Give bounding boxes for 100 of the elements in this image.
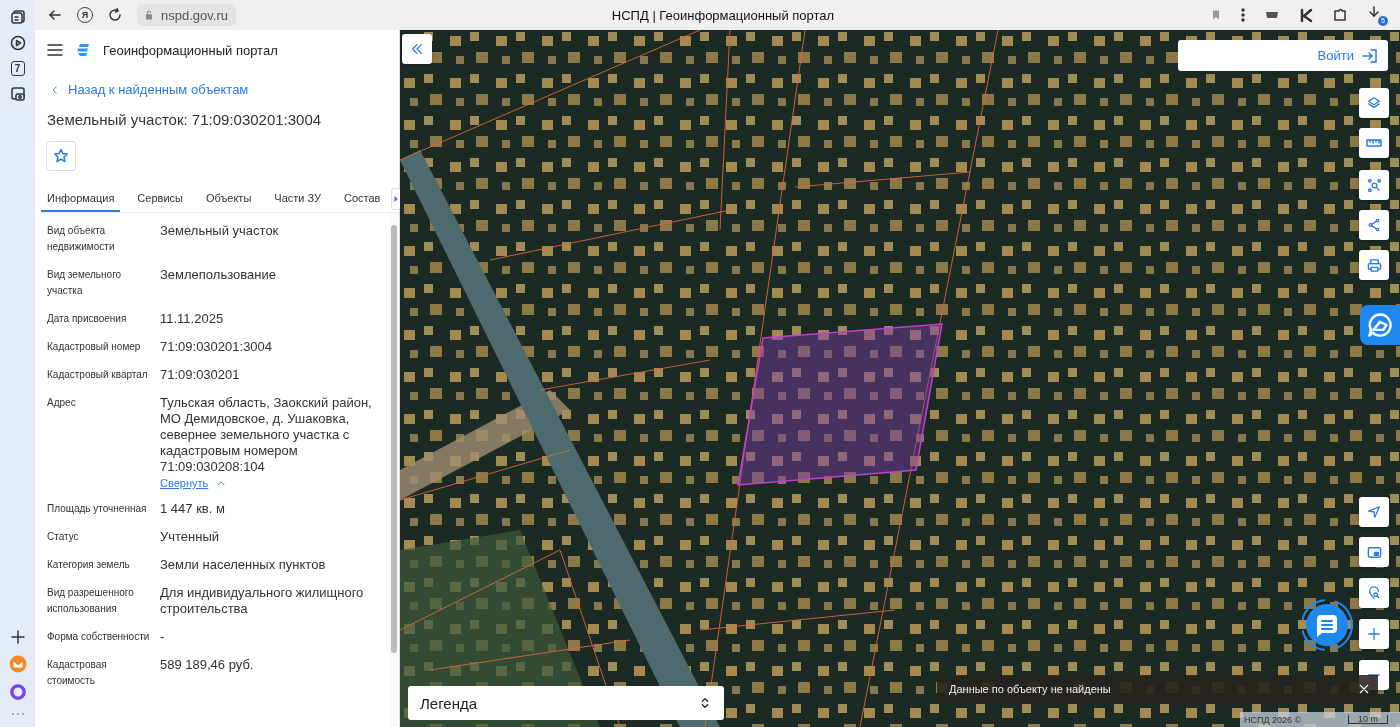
object-heading: Земельный участок: 71:09:030201:3004 (47, 111, 323, 128)
legend-dropdown[interactable]: Легенда (408, 686, 724, 720)
property-label: Кадастровый номер (47, 340, 142, 354)
picture-in-picture-icon (1366, 544, 1382, 560)
selected-parcel[interactable] (737, 323, 943, 486)
k-logo-icon (1298, 7, 1314, 23)
favorite-button[interactable] (46, 141, 76, 171)
tabs-button[interactable] (9, 9, 26, 25)
lock-icon (143, 9, 155, 21)
chat-button[interactable] (1300, 598, 1354, 652)
menu-button[interactable] (1240, 8, 1246, 22)
menu-button[interactable] (47, 42, 63, 58)
login-button[interactable]: Войти (1178, 40, 1388, 71)
property-label: Форма собственности (47, 630, 151, 644)
property-value: 589 189,46 руб. (160, 657, 255, 674)
hamburger-icon (47, 42, 63, 58)
tab[interactable]: Состав (338, 185, 387, 212)
envelope-icon (8, 655, 27, 673)
back-link[interactable]: Назад к найденным объектам (50, 82, 249, 97)
mail-button[interactable] (8, 655, 27, 673)
locate-button[interactable] (1359, 497, 1389, 527)
login-icon (1362, 47, 1378, 64)
reload-button[interactable] (107, 7, 123, 23)
calendar-button[interactable]: 7 (10, 61, 25, 76)
property-label: Вид разрешенного использования (47, 586, 135, 616)
extensions-button[interactable] (1332, 7, 1348, 23)
property-label: Статус (47, 530, 80, 544)
property-label: Адрес (47, 396, 77, 410)
property-value: 71:09:030201 (160, 367, 241, 383)
reload-icon (107, 7, 123, 23)
chevron-up-icon (216, 478, 227, 488)
portal-logo-icon (75, 42, 91, 58)
property-label: Дата присвоения (47, 312, 128, 326)
back-button[interactable] (47, 7, 63, 23)
property-value: 71:09:030201:3004 (160, 339, 274, 355)
plus-icon (9, 629, 26, 645)
property-label: Категория земель (47, 558, 131, 572)
camera-icon (9, 86, 26, 102)
property-label: Кадастровый квартал (47, 368, 149, 382)
screenshot-button[interactable] (9, 86, 26, 102)
tab[interactable]: Части ЗУ (268, 185, 327, 212)
scale-bar: 10 m (1348, 715, 1388, 724)
notification-text: Данные по объекту не найдены (949, 682, 1111, 695)
address-bar[interactable]: nspd.gov.ru (137, 4, 236, 26)
extension-button[interactable] (1298, 7, 1314, 23)
bookmark-icon (1210, 9, 1222, 21)
property-value: Землепользование (160, 267, 277, 284)
collapse-link[interactable]: Свернуть (160, 477, 227, 489)
ring-icon (8, 683, 27, 701)
tab[interactable]: Сервисы (131, 185, 189, 212)
property-value: 1 447 кв. м (160, 501, 226, 517)
tabs-icon (9, 9, 26, 25)
assistant-button[interactable] (1360, 305, 1400, 345)
scrollbar[interactable] (389, 213, 399, 727)
assistant-button[interactable] (8, 683, 27, 701)
copyright-text: НСПД 2026 © (1244, 714, 1302, 725)
location-search-button[interactable] (1359, 578, 1389, 608)
property-value: Учтенный (160, 529, 221, 545)
navigation-arrow-icon (1367, 505, 1381, 519)
share-icon (1367, 218, 1381, 232)
close-button[interactable] (1358, 682, 1370, 695)
double-chevron-left-icon (410, 42, 424, 56)
measure-button[interactable] (1359, 128, 1389, 158)
minimap-button[interactable] (1359, 537, 1389, 567)
pin-search-icon (1367, 586, 1381, 600)
layers-button[interactable] (1359, 88, 1389, 118)
property-value: Тульская область, Заокский район, МО Демидовское, д. Ушаковка, севернее земельного участка с кадастровым номером 71:09:030208:104 (160, 395, 373, 475)
chevron-left-icon (50, 84, 60, 95)
plus-icon (1367, 627, 1381, 641)
tab[interactable]: Объекты (199, 185, 258, 212)
play-icon (9, 35, 26, 51)
layers-icon (1367, 96, 1381, 110)
property-value: - (160, 629, 166, 645)
property-label: Площадь уточненная (47, 502, 148, 516)
tab[interactable]: Информация (41, 185, 121, 212)
chat-icon (1300, 598, 1354, 652)
area-search-button[interactable] (1359, 170, 1389, 200)
property-value: Земельный участок (160, 223, 280, 240)
share-button[interactable] (1359, 210, 1389, 240)
add-button[interactable] (9, 629, 26, 645)
collapse-panel-button[interactable] (402, 34, 432, 64)
triangle-right-icon (392, 194, 401, 203)
property-value: Земли населенных пунктов (160, 557, 327, 573)
property-value: Для индивидуального жилищного строительства (160, 585, 365, 617)
close-icon (1358, 682, 1370, 695)
arrow-left-icon (47, 7, 63, 23)
dots-icon (9, 711, 26, 717)
property-label: Вид объекта недвижимости (47, 224, 116, 254)
video-button[interactable] (9, 35, 26, 51)
print-button[interactable] (1359, 250, 1389, 280)
bookmark-button[interactable] (1210, 9, 1222, 21)
star-icon (53, 148, 69, 164)
dots-vertical-icon (1240, 8, 1246, 22)
printer-icon (1366, 257, 1382, 273)
portal-title: Геоинформационный портал (103, 42, 278, 58)
page-title: НСПД | Геоинформационный портал (610, 7, 836, 23)
puzzle-icon (1332, 7, 1348, 23)
speech-bubble-icon (1367, 312, 1393, 338)
property-label: Кадастровая стоимость (47, 658, 108, 688)
zoom-in-button[interactable] (1359, 619, 1389, 649)
